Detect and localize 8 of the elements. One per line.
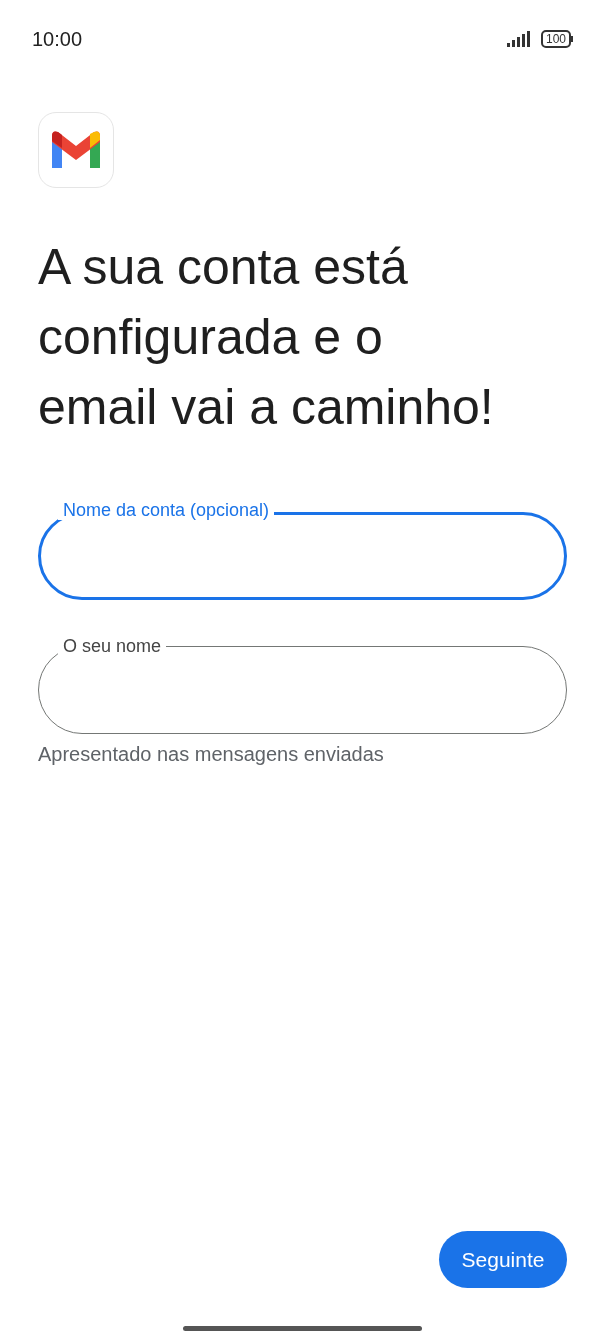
heading: A sua conta está configurada e o email vai a caminho!	[38, 238, 495, 437]
next-button[interactable]: Seguinte	[439, 1231, 567, 1288]
status-time: 10:00	[32, 27, 83, 52]
field-label: Nome da conta (opcional)	[58, 500, 275, 520]
helper-text: Apresentado nas mensagens enviadas	[38, 742, 385, 767]
signal-icon	[506, 31, 533, 47]
battery-icon: 100	[540, 30, 573, 48]
field-label: O seu nome	[58, 636, 167, 656]
